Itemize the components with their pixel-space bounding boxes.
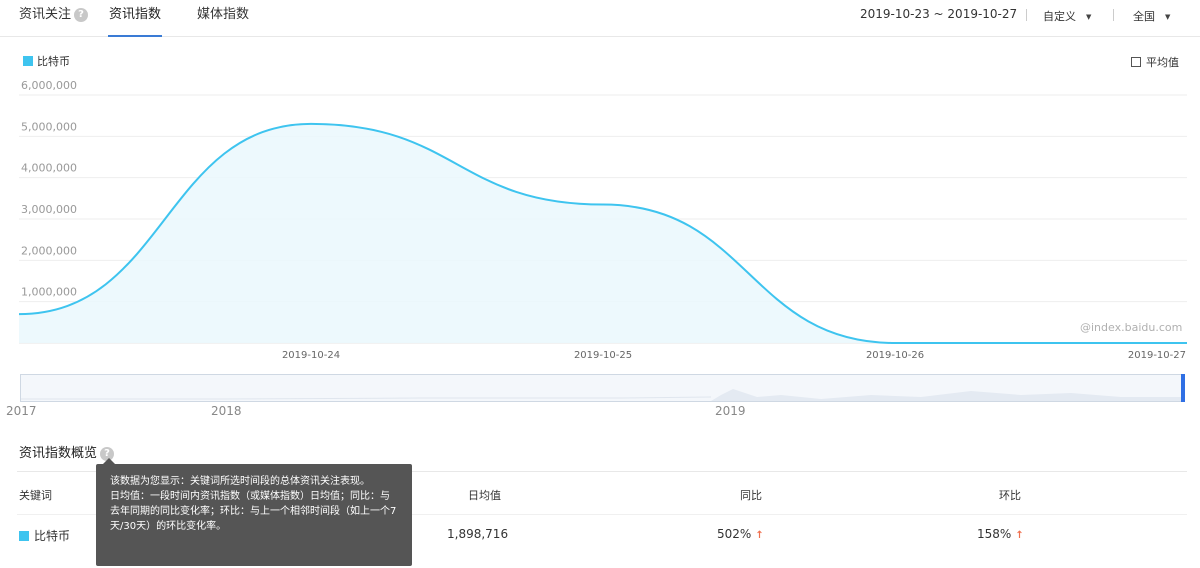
watermark: @index.baidu.com xyxy=(1080,321,1183,334)
column-header-keyword: 关键词 xyxy=(19,489,52,502)
tab-label: 资讯指数 xyxy=(109,7,162,22)
navigator-handle[interactable] xyxy=(1181,374,1185,402)
period-value: 自定义 xyxy=(1043,10,1076,23)
average-checkbox[interactable] xyxy=(1131,57,1141,67)
navigator-year-label: 2017 xyxy=(6,404,37,418)
x-tick-label: 2019-10-26 xyxy=(866,350,924,361)
navigator-year-label: 2019 xyxy=(715,404,746,418)
column-header-daily-avg: 日均值 xyxy=(468,489,501,502)
region-dropdown[interactable]: 全国 ▼ xyxy=(1133,8,1170,24)
y-tick-label: 1,000,000 xyxy=(21,286,77,299)
overview-title-text: 资讯指数概览 xyxy=(19,446,98,461)
caret-down-icon: ▼ xyxy=(1086,13,1092,21)
tooltip-line: 该数据为您显示：关键词所选时间段的总体资讯关注表现。 xyxy=(110,476,370,487)
region-value: 全国 xyxy=(1133,10,1155,23)
cell-yoy: 502% ↑ xyxy=(717,527,764,541)
y-tick-label: 3,000,000 xyxy=(21,203,77,216)
chart-legend[interactable]: 比特币 xyxy=(23,53,70,69)
arrow-up-icon: ↑ xyxy=(1015,530,1024,541)
legend-swatch xyxy=(23,56,33,66)
column-header-mom: 环比 xyxy=(999,489,1021,502)
tab-media-index[interactable]: 媒体指数 xyxy=(197,7,249,37)
arrow-up-icon: ↑ xyxy=(755,530,764,541)
cell-mom: 158% ↑ xyxy=(977,527,1024,541)
y-tick-label: 5,000,000 xyxy=(21,120,77,133)
header-bar: 资讯关注? 资讯指数 媒体指数 2019-10-23 ~ 2019-10-27 … xyxy=(0,0,1200,37)
x-tick-label: 2019-10-25 xyxy=(574,350,632,361)
tab-label: 资讯关注 xyxy=(19,7,72,22)
legend-label: 比特币 xyxy=(37,55,70,68)
y-tick-label: 6,000,000 xyxy=(21,80,77,92)
help-icon[interactable]: ? xyxy=(74,7,89,22)
average-label: 平均值 xyxy=(1146,56,1179,69)
yoy-value: 502% xyxy=(717,527,752,541)
keyword-text: 比特币 xyxy=(34,529,71,543)
y-tick-label: 4,000,000 xyxy=(21,162,77,175)
keyword-swatch xyxy=(19,531,29,541)
index-trend-chart: 1,000,000 2,000,000 3,000,000 4,000,000 5,00… xyxy=(18,80,1187,361)
divider xyxy=(1026,9,1027,21)
cell-daily-avg: 1,898,716 xyxy=(447,527,509,541)
series-area xyxy=(19,123,1187,343)
y-tick-label: 2,000,000 xyxy=(21,244,77,257)
navigator-sparkline xyxy=(21,389,1183,401)
y-axis-ticks: 1,000,000 2,000,000 3,000,000 4,000,000 5,00… xyxy=(21,80,77,299)
help-tooltip: 该数据为您显示：关键词所选时间段的总体资讯关注表现。 日均值：一段时间内资讯指数… xyxy=(96,458,412,566)
date-range-display[interactable]: 2019-10-23 ~ 2019-10-27 xyxy=(860,7,1017,21)
tab-news-index[interactable]: 资讯指数 xyxy=(108,7,163,37)
column-header-yoy: 同比 xyxy=(740,489,762,502)
caret-down-icon: ▼ xyxy=(1165,13,1171,21)
tab-label: 媒体指数 xyxy=(197,7,250,22)
overview-title: 资讯指数概览? xyxy=(19,442,115,461)
average-toggle[interactable]: 平均值 xyxy=(1131,54,1179,70)
time-navigator[interactable] xyxy=(20,374,1185,402)
x-tick-label: 2019-10-24 xyxy=(282,350,340,361)
period-dropdown[interactable]: 自定义 ▼ xyxy=(1043,8,1091,24)
navigator-year-label: 2018 xyxy=(211,404,242,418)
x-axis-ticks: 2019-10-24 2019-10-25 2019-10-26 2019-10-27 xyxy=(282,350,1186,361)
mom-value: 158% xyxy=(977,527,1012,541)
tooltip-line: 日均值：一段时间内资讯指数（或媒体指数）日均值；同比：与去年同期的同比变化率；环… xyxy=(110,491,397,532)
cell-keyword: 比特币 xyxy=(19,527,70,544)
divider xyxy=(1113,9,1114,21)
tab-news-attention[interactable]: 资讯关注? xyxy=(19,7,89,37)
x-tick-label: 2019-10-27 xyxy=(1128,350,1186,361)
